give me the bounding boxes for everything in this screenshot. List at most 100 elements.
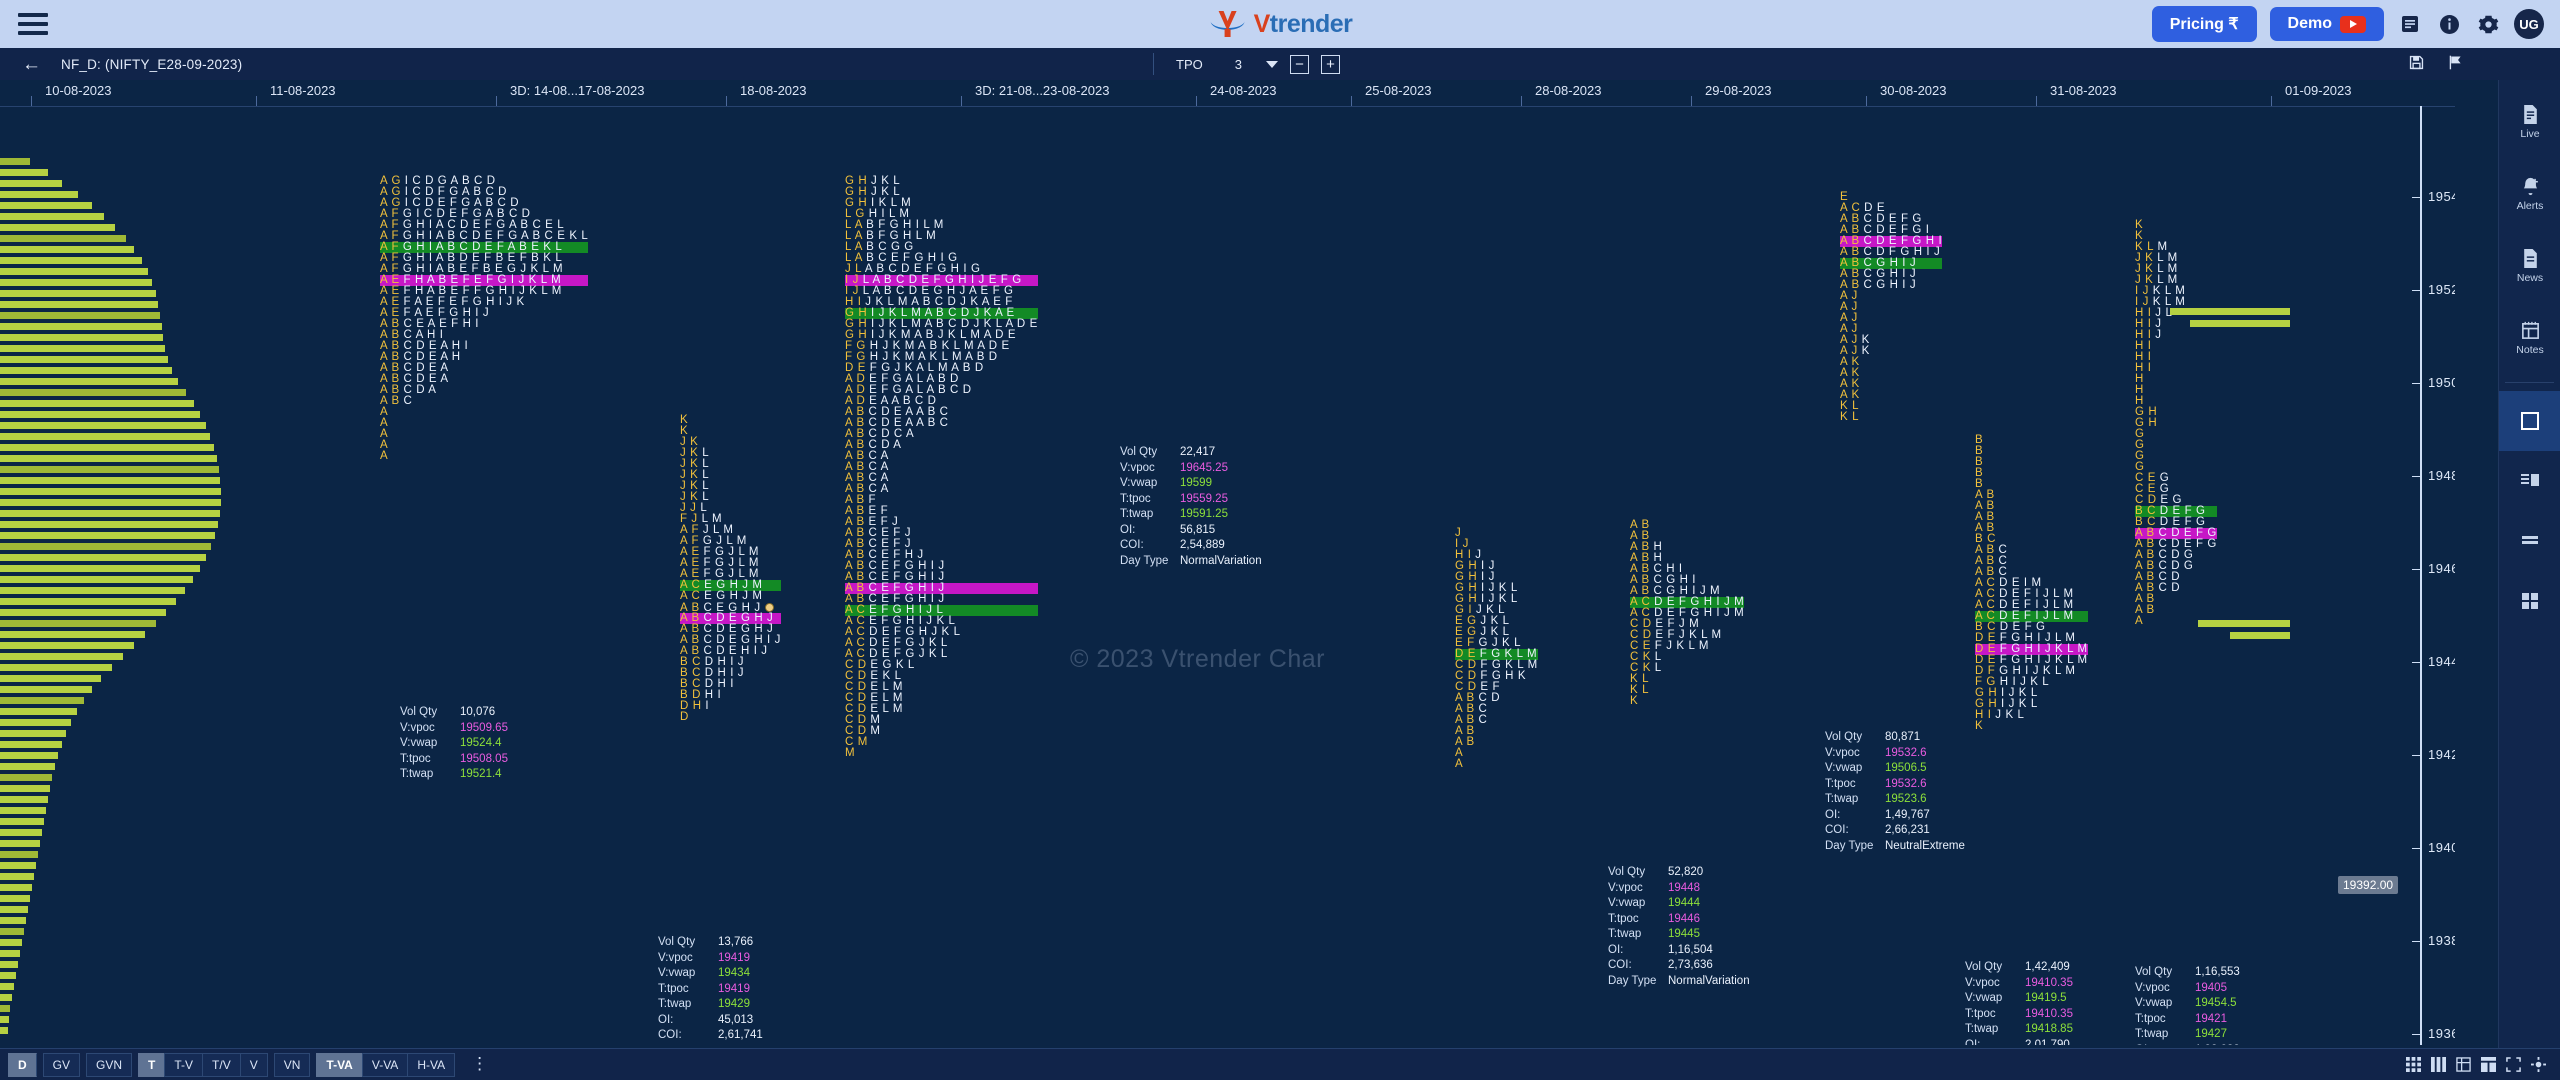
stat-row: COI: 2,73,636 — [1608, 958, 1750, 974]
settings-icon[interactable] — [2531, 1057, 2546, 1072]
tpo-letter: B — [962, 362, 975, 374]
stat-value: 19599 — [1180, 477, 1212, 489]
tpo-control: TPO 3 − + — [1153, 48, 1340, 80]
volume-histogram-bar — [0, 642, 134, 649]
fullscreen-icon[interactable] — [2506, 1057, 2521, 1072]
mode-button-t-v[interactable]: T-V — [164, 1052, 203, 1077]
volume-histogram-bar — [0, 796, 48, 803]
save-icon[interactable] — [2408, 54, 2425, 74]
date-header: 3D: 21-08...23-08-2023 — [975, 83, 1110, 98]
profile-21-23-08[interactable]: G H J K L G H J K L G H I K L M L G H I … — [845, 175, 1038, 759]
tpo-letter: G — [1876, 279, 1890, 291]
sidebar-item-alerts[interactable]: Alerts — [2499, 164, 2560, 224]
stat-row: COI: 2,61,741 — [658, 1028, 763, 1044]
stat-row: Day Type NormalVariation — [1608, 974, 1750, 990]
volume-histogram-bar — [0, 840, 40, 847]
profile-row: D H I — [680, 700, 781, 712]
tpo-letter: I — [464, 340, 469, 352]
profile-30-08[interactable]: E A C D E A B C D E F G A B C D E F G I … — [1840, 191, 1943, 423]
tpo-letter: F — [451, 318, 463, 330]
list-icon[interactable] — [2397, 11, 2423, 37]
profile-row: A — [380, 417, 588, 429]
volume-histogram-bar — [0, 224, 115, 231]
info-icon[interactable] — [2436, 11, 2462, 37]
mode-button-t-v[interactable]: T/V — [202, 1052, 240, 1077]
date-header-divider — [0, 106, 2455, 107]
columns-icon[interactable] — [2431, 1057, 2446, 1072]
stat-label: Day Type — [1825, 839, 1874, 852]
profile-18-08[interactable]: K K J K J K L J K L J K L J K L J K L J … — [680, 414, 781, 723]
flag-icon[interactable] — [2447, 54, 2464, 74]
tpo-decrement-button[interactable]: − — [1289, 54, 1309, 74]
volume-histogram-bar — [0, 191, 78, 198]
profile-row: H I J K L — [1975, 709, 2088, 721]
mode-button-d[interactable]: D — [8, 1052, 37, 1077]
sidebar-item-live[interactable]: Live — [2499, 92, 2560, 152]
stat-row: T:tpoc 19419 — [658, 982, 763, 998]
tpo-value[interactable]: 3 — [1235, 57, 1242, 72]
tpo-letter: A — [680, 590, 692, 602]
tpo-letter: K — [1676, 640, 1689, 652]
mode-button-t[interactable]: T — [138, 1052, 165, 1077]
profile-31-08[interactable]: B B B B B A B A B A B A B B C A B C A B … — [1975, 434, 2088, 732]
stat-label: T:tpoc — [1965, 1007, 1996, 1020]
stat-label: OI: — [1608, 943, 1624, 956]
price-tick — [2412, 289, 2420, 291]
tpo-letter: L — [2055, 665, 2066, 677]
hamburger-icon[interactable] — [18, 13, 48, 35]
back-arrow-icon[interactable]: ← — [22, 55, 41, 74]
mode-button-v[interactable]: V — [239, 1052, 268, 1077]
volume-histogram-bar — [0, 158, 30, 165]
sidebar-item-news[interactable]: News — [2499, 236, 2560, 296]
volume-histogram-bar — [0, 378, 178, 385]
mode-button-v-va[interactable]: V-VA — [361, 1052, 408, 1077]
mode-button-h-va[interactable]: H-VA — [407, 1052, 456, 1077]
profile-25-08[interactable]: J I J H I J G H I J G H I J G H I J K L … — [1455, 527, 1538, 770]
kebab-menu-icon[interactable]: ⋮ — [471, 1055, 488, 1072]
sidebar-item-notes[interactable]: Notes — [2499, 308, 2560, 368]
tpo-letter: A — [2135, 615, 2144, 627]
volume-histogram-bar — [0, 554, 206, 561]
tpo-letter: J — [1909, 279, 1917, 291]
stat-row: V:vwap 19434 — [658, 966, 763, 982]
tpo-letter: E — [1029, 318, 1038, 330]
stat-row: Vol Qty 10,076 — [400, 705, 508, 721]
stat-value: NormalVariation — [1668, 974, 1750, 987]
price-tick-label: 19500 — [2428, 374, 2455, 390]
pricing-button[interactable]: Pricing ₹ — [2151, 6, 2257, 42]
layout-split-pane-icon[interactable] — [2499, 451, 2560, 511]
stat-label: T:twap — [1965, 1023, 1999, 1035]
gear-icon[interactable] — [2475, 11, 2501, 37]
stat-row: Day Type NormalVariation — [1120, 554, 1262, 570]
stat-value: 19410.35 — [2025, 976, 2073, 989]
tpo-letter: J — [761, 645, 768, 657]
mode-button-t-va[interactable]: T-VA — [316, 1052, 362, 1077]
profile-14-17-08[interactable]: A G I C D G A B C D A G I C D F G A B C … — [380, 175, 589, 462]
brand-text: VVtrendertrender — [1253, 9, 1353, 38]
profile-28-08[interactable]: A B A B A B H A B H A B C H I A B C G H … — [1630, 519, 1745, 707]
profile-01-09[interactable]: K K K L M J K L M J K L M J K L M I J K … — [2135, 219, 2217, 627]
layout-single-pane-icon[interactable] — [2499, 391, 2560, 451]
mode-button-vn[interactable]: VN — [273, 1052, 311, 1077]
layout-grid-icon[interactable] — [2499, 571, 2560, 631]
layout-icon[interactable] — [2481, 1057, 2496, 1072]
grid-icon[interactable] — [2406, 1057, 2421, 1072]
profile-21-23-08-stats: Vol Qty 22,417 V:vpoc 19645.25 V:vwap 19599 T:… — [1120, 445, 1262, 569]
tpo-letter: J — [774, 634, 781, 646]
market-profile-chart[interactable]: 10-08-2023 11-08-2023 3D: 14-08...17-08-20… — [0, 80, 2455, 1045]
tpo-increment-button[interactable]: + — [1320, 54, 1340, 74]
tpo-letter: F — [2196, 538, 2208, 550]
stat-row: Day TypeNeutral — [658, 1044, 763, 1046]
demo-button[interactable]: Demo — [2269, 7, 2384, 41]
stat-value: 45,013 — [718, 1013, 754, 1026]
chevron-down-icon[interactable] — [1265, 60, 1278, 68]
table-icon[interactable] — [2456, 1057, 2471, 1072]
date-tick — [2036, 96, 2037, 106]
mode-button-gv[interactable]: GV — [42, 1052, 81, 1077]
avatar[interactable]: UG — [2514, 9, 2544, 39]
stat-label: OI: — [1965, 1038, 1981, 1046]
mode-button-gvn[interactable]: GVN — [86, 1052, 133, 1077]
volume-histogram-bar — [0, 818, 44, 825]
layout-rows-icon[interactable] — [2499, 511, 2560, 571]
stat-row: COI: 2,54,889 — [1120, 538, 1262, 554]
